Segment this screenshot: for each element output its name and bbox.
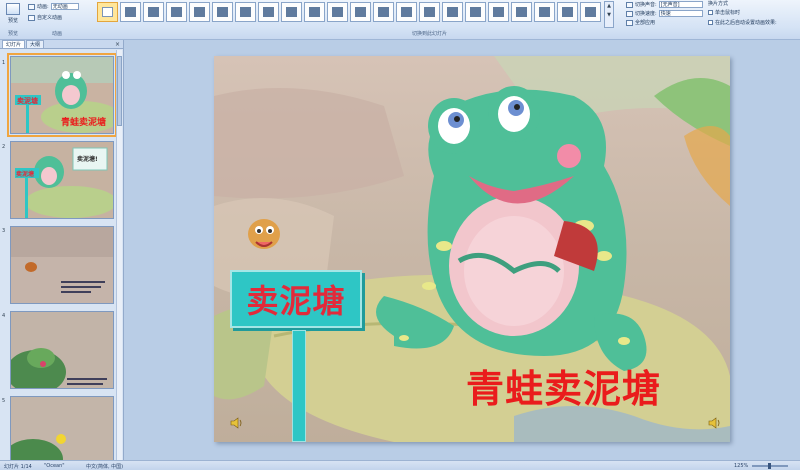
thumb-sign-text: 卖泥塘 — [17, 97, 38, 105]
slide-thumb-5[interactable] — [10, 396, 114, 470]
sound-icon[interactable] — [230, 416, 244, 430]
speed-label: 切换速度: — [635, 11, 657, 17]
transition-thumb-icon[interactable] — [488, 2, 509, 22]
zoom-slider-handle[interactable] — [768, 463, 771, 469]
slide-number: 4 — [2, 313, 6, 319]
close-icon[interactable]: × — [115, 41, 120, 48]
slide-thumbnail-list: 1 卖泥塘 青蛙卖泥塘 2 卖泥塘 卖泥塘! 3 4 5 — [0, 50, 117, 470]
auto-advance-check[interactable] — [708, 20, 713, 25]
transition-group-label: 切换到此幻灯片 — [412, 31, 448, 37]
slide-thumb-4[interactable] — [10, 311, 114, 389]
thumb-bubble-text: 卖泥塘! — [77, 156, 98, 163]
transition-thumb-icon[interactable] — [442, 2, 463, 22]
slides-panel: 幻灯片 大纲 × 1 卖泥塘 青蛙卖泥塘 2 卖泥塘 卖泥塘! 3 4 5 — [0, 40, 124, 470]
transition-thumb-icon[interactable] — [373, 2, 394, 22]
transition-thumb-icon[interactable] — [419, 2, 440, 22]
slide-4-preview — [11, 312, 113, 388]
transition-thumb-icon[interactable] — [235, 2, 256, 22]
gallery-scroll-button[interactable]: ▲ ▼ — [604, 1, 614, 28]
auto-advance-checkbox[interactable]: 在此之后自动设置动画效果: — [708, 19, 777, 26]
apply-all-icon — [626, 19, 633, 26]
transition-speed-dropdown[interactable]: 切换速度: 快速 — [626, 10, 703, 17]
on-click-checkbox[interactable]: 单击鼠标时 — [708, 9, 740, 16]
transition-thumb-icon[interactable] — [166, 2, 187, 22]
transition-thumb-icon[interactable] — [304, 2, 325, 22]
transition-thumb-icon[interactable] — [212, 2, 233, 22]
sound-icon[interactable] — [708, 416, 722, 430]
transition-thumb-icon[interactable] — [120, 2, 141, 22]
transition-thumb-icon[interactable] — [465, 2, 486, 22]
panel-tabs: 幻灯片 大纲 — [0, 40, 123, 49]
transition-thumb-icon[interactable] — [189, 2, 210, 22]
slide-2-preview — [11, 142, 113, 218]
on-click-check[interactable] — [708, 10, 713, 15]
apply-all-button[interactable]: 全部应用 — [626, 19, 655, 26]
apply-all-label: 全部应用 — [635, 20, 656, 26]
transition-thumb-icon[interactable] — [580, 2, 601, 22]
slide-3-preview — [11, 227, 113, 303]
sign-text: 卖泥塘 — [246, 282, 346, 320]
transition-gallery — [96, 1, 630, 27]
slide-number: 1 — [2, 60, 6, 66]
transition-thumb-icon[interactable] — [534, 2, 555, 22]
custom-animation-icon — [28, 14, 35, 21]
theme-name: "Ocean" — [44, 463, 65, 469]
anim-effect-label: 动画: — [37, 4, 49, 10]
thumbnail-scrollbar[interactable] — [116, 50, 122, 460]
auto-advance-label: 在此之后自动设置动画效果: — [715, 20, 777, 26]
slide-thumb-1[interactable]: 卖泥塘 青蛙卖泥塘 — [7, 53, 117, 137]
preview-button[interactable]: 预览 — [4, 2, 22, 28]
zoom-slider[interactable] — [752, 463, 788, 469]
slide-number: 2 — [2, 144, 6, 150]
preview-icon — [6, 3, 20, 15]
custom-animation-button[interactable]: 自定义动画 — [28, 14, 62, 21]
sign-post — [292, 330, 306, 442]
speed-icon — [626, 10, 633, 17]
scroll-knob[interactable] — [117, 56, 122, 126]
preview-group-label: 预览 — [8, 31, 19, 37]
slide-thumb-3[interactable] — [10, 226, 114, 304]
on-click-label: 单击鼠标时 — [715, 10, 741, 16]
thumb-title-text: 青蛙卖泥塘 — [61, 118, 107, 128]
slide-title-text[interactable]: 青蛙卖泥塘 — [466, 358, 661, 413]
transition-thumb-icon[interactable] — [396, 2, 417, 22]
zoom-level[interactable]: 125% — [734, 463, 748, 469]
transition-thumb-icon[interactable] — [281, 2, 302, 22]
slide-info: 幻灯片 1/14 — [4, 464, 32, 470]
slide-canvas[interactable]: 卖泥塘 青蛙卖泥塘 — [214, 56, 730, 442]
thumb-sign-text: 卖泥塘 — [16, 171, 35, 178]
transition-thumb-icon[interactable] — [143, 2, 164, 22]
animation-effect-dropdown[interactable]: 动画: 无动画 — [28, 3, 79, 10]
transition-thumb-icon[interactable] — [97, 2, 118, 22]
transition-thumb-icon[interactable] — [350, 2, 371, 22]
slide-number: 5 — [2, 398, 6, 404]
transition-sound-dropdown[interactable]: 切换声音: [无声音] — [626, 1, 703, 8]
ribbon: 预览 预览 动画: 无动画 自定义动画 动画 ▲ ▼ 切换到此幻灯片 切换声音: … — [0, 0, 800, 40]
slide-thumb-2[interactable]: 卖泥塘 卖泥塘! — [10, 141, 114, 219]
language-indicator[interactable]: 中文(简体, 中国) — [86, 463, 123, 470]
advance-title-label: 换片方式 — [708, 1, 729, 7]
custom-anim-label: 自定义动画 — [37, 15, 63, 21]
status-bar: 幻灯片 1/14 "Ocean" 中文(简体, 中国) 125% — [0, 460, 800, 470]
animation-group-label: 动画 — [52, 31, 63, 37]
transition-thumb-icon[interactable] — [511, 2, 532, 22]
preview-label: 预览 — [7, 18, 18, 24]
tab-slides[interactable]: 幻灯片 — [2, 40, 26, 48]
sound-value: [无声音] — [658, 1, 703, 8]
anim-effect-value: 无动画 — [50, 3, 79, 10]
tab-outline[interactable]: 大纲 — [26, 40, 45, 48]
slide-number: 3 — [2, 228, 6, 234]
transition-thumb-icon[interactable] — [327, 2, 348, 22]
sound-icon — [626, 1, 633, 8]
sign-board[interactable]: 卖泥塘 — [230, 270, 362, 328]
sound-label: 切换声音: — [635, 2, 657, 8]
advance-slide-title: 换片方式 — [708, 0, 728, 7]
transition-thumb-icon[interactable] — [557, 2, 578, 22]
animation-icon — [28, 3, 35, 10]
transition-thumb-icon[interactable] — [258, 2, 279, 22]
speed-value: 快速 — [658, 10, 703, 17]
